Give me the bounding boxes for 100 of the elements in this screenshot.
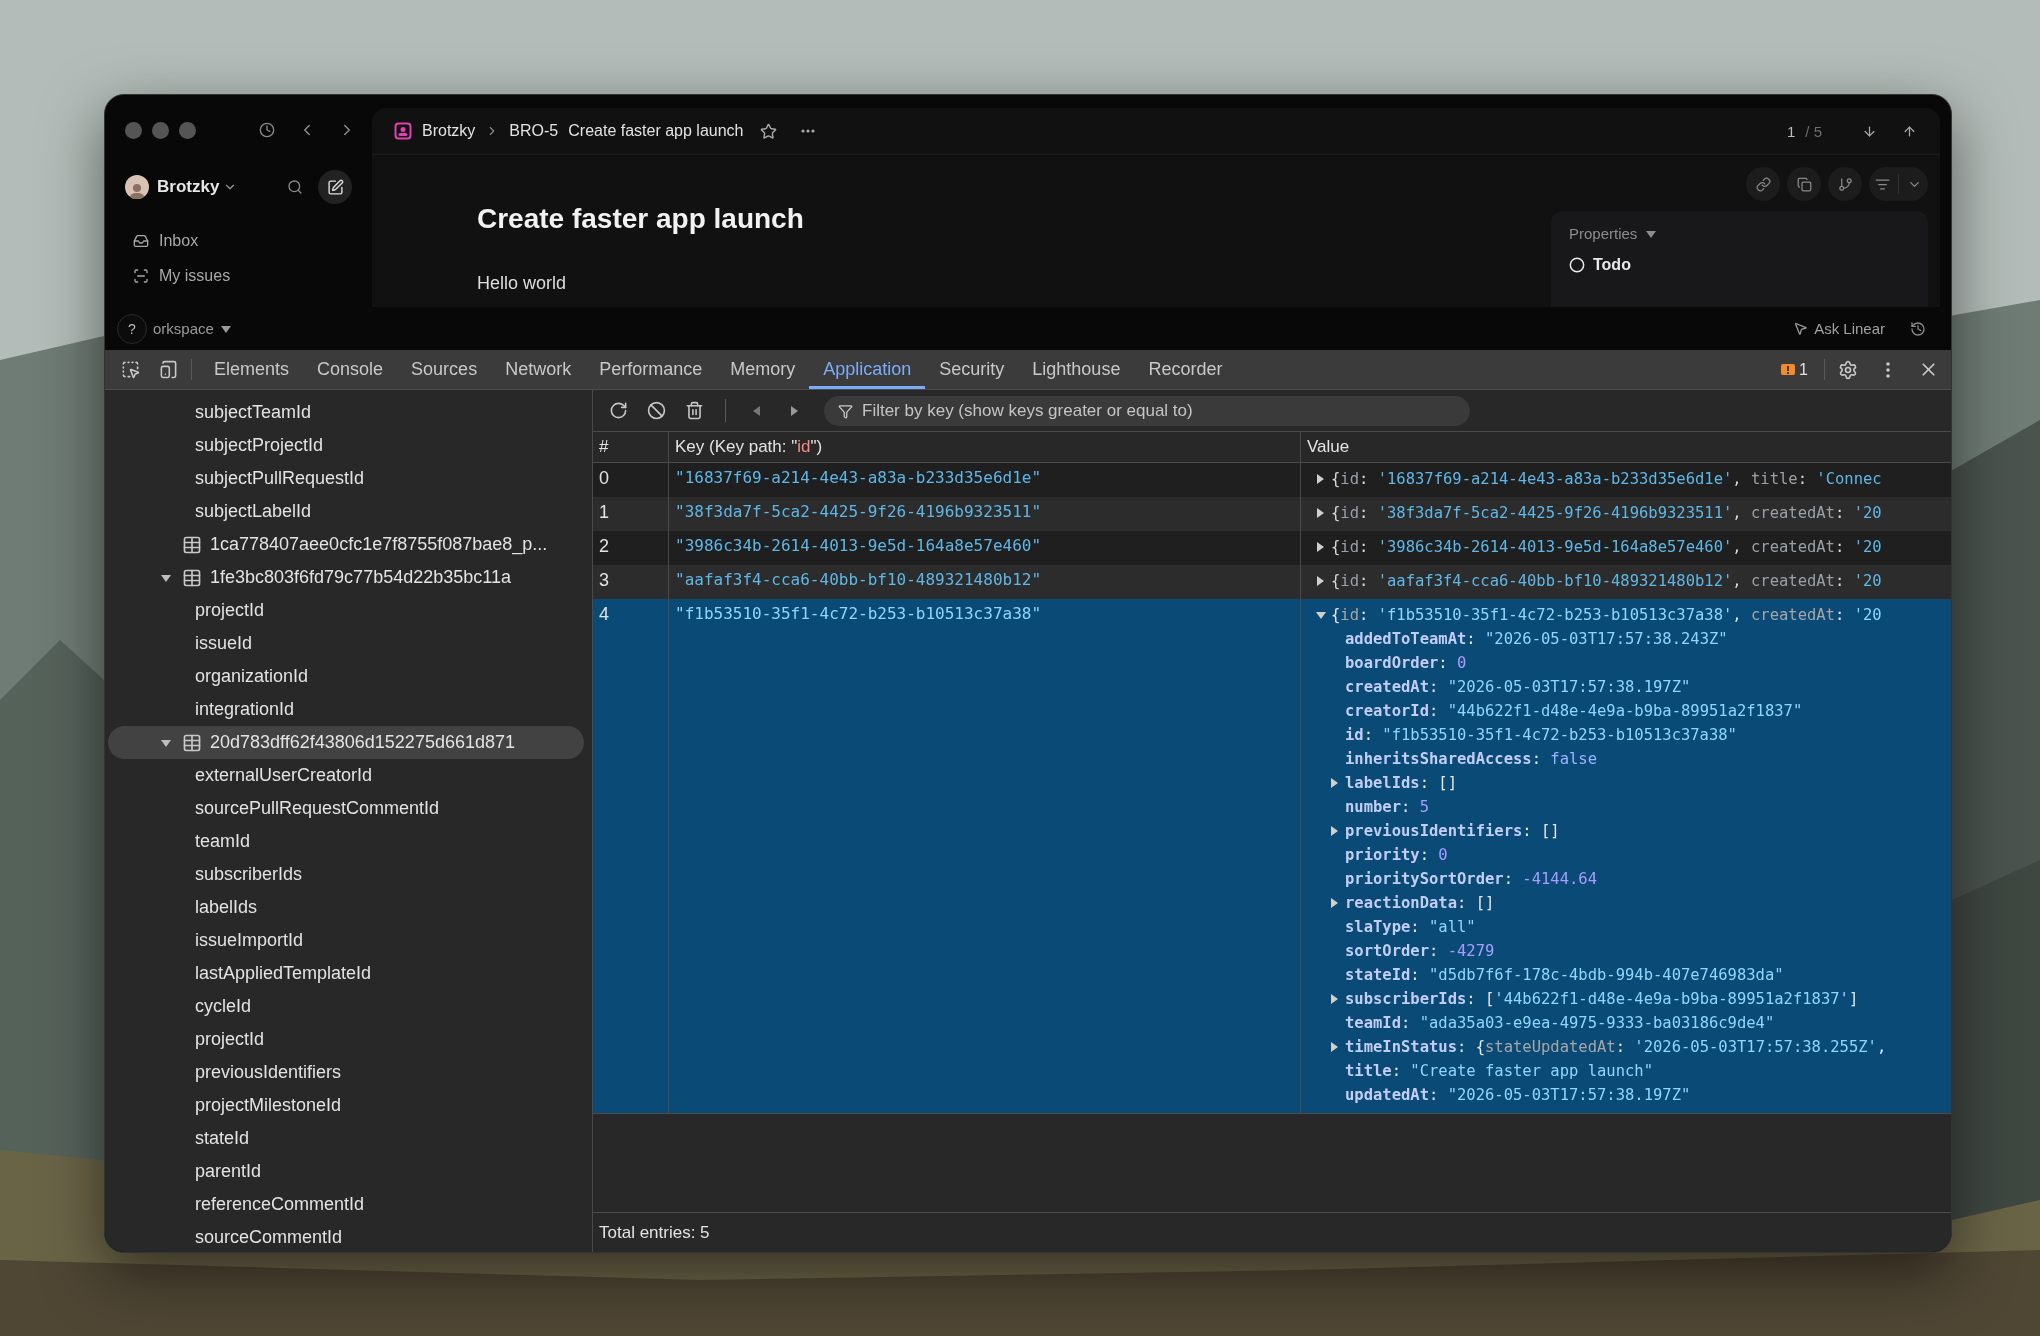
status-button[interactable]: Todo — [1569, 256, 1631, 274]
cursor-icon — [1793, 321, 1809, 336]
value-summary: {id: 'f1b53510-35f1-4c72-b253-b10513c37a38', createdAt: '20 — [1331, 606, 1882, 624]
index-item[interactable]: labelIds — [195, 897, 258, 918]
history-icon — [1910, 320, 1926, 337]
help-button[interactable]: ? — [117, 313, 147, 344]
property-line: labelIds: [] — [1345, 774, 1457, 792]
devtools-tab[interactable]: Sources — [397, 350, 492, 389]
total-entries: Total entries: 5 — [599, 1222, 710, 1243]
value-summary: {id: 'aafaf3f4-cca6-40bb-bf10-489321480b12', createdAt: '20 — [1331, 572, 1882, 590]
index-item[interactable]: projectId — [195, 1029, 265, 1050]
workspace-switcher[interactable]: Brotzky — [157, 177, 238, 197]
index-item[interactable]: referenceCommentId — [195, 1194, 365, 1215]
object-store-item[interactable]: 1ca778407aee0cfc1e7f8755f087bae8_p... — [108, 528, 584, 561]
object-store-item[interactable]: 20d783dff62f43806d152275d661d871 — [108, 726, 584, 759]
filter-field[interactable]: Filter by key (show keys greater or equal to) — [824, 395, 1470, 426]
scan-icon — [133, 267, 149, 284]
copy-id-button[interactable] — [1787, 167, 1821, 201]
devtools-tab[interactable]: Console — [303, 350, 398, 389]
devtools-tab[interactable]: Recorder — [1134, 350, 1237, 389]
object-store-item[interactable]: 1fe3bc803f6fd79c77b54d22b35bc11a — [108, 561, 584, 594]
nav-item[interactable]: My issues — [125, 258, 345, 293]
index-item[interactable]: issueImportId — [195, 930, 304, 951]
value-summary: {id: '38f3da7f-5ca2-4425-9f26-4196b9323511', createdAt: '20 — [1331, 504, 1882, 522]
branch-button[interactable] — [1828, 167, 1862, 201]
arrow-down-icon — [1861, 123, 1877, 139]
table-icon — [182, 567, 202, 588]
devtools-tab[interactable]: Application — [809, 350, 926, 389]
team-breadcrumb[interactable]: Brotzky — [422, 122, 476, 140]
property-line: title: "Create faster app launch" — [1345, 1062, 1653, 1080]
table-row[interactable]: 3 "aafaf3f4-cca6-40bb-bf10-489321480b12" {id: 'aafaf3f4-cca6-40bb-bf10-489321480b12', createdAt: '20 — [593, 565, 1951, 599]
team-icon — [394, 122, 412, 140]
index-item[interactable]: projectId — [195, 600, 265, 621]
settings-icon — [1838, 359, 1858, 380]
table-row[interactable] — [593, 599, 1951, 1113]
list-icon — [1875, 176, 1890, 192]
property-line: stateId: "d5db7f6f-178c-4bdb-994b-407e746983da" — [1345, 966, 1784, 984]
table-icon — [182, 534, 202, 555]
link-icon — [1755, 176, 1771, 192]
index-item[interactable]: cycleId — [195, 996, 252, 1017]
inspect-icon — [120, 360, 140, 379]
block-icon — [646, 401, 666, 420]
table-cell: 4 — [593, 599, 669, 1113]
index-item[interactable]: subscriberIds — [195, 864, 303, 885]
index-item[interactable]: sourceCommentId — [195, 1227, 343, 1248]
index-item[interactable]: teamId — [195, 831, 251, 852]
table-row[interactable]: 0 "16837f69-a214-4e43-a83a-b233d35e6d1e" {id: '16837f69-a214-4e43-a83a-b233d35e6d1e', title: 'Connec — [593, 463, 1951, 497]
property-line: subscriberIds: ['44b622f1-d48e-4e9a-b9ba-89951a2f1837'] — [1345, 990, 1859, 1008]
index-item[interactable]: previousIdentifiers — [195, 1062, 342, 1083]
index-item[interactable]: subjectLabelId — [195, 501, 312, 522]
index-item[interactable]: lastAppliedTemplateId — [195, 963, 372, 984]
index-item[interactable]: subjectTeamId — [195, 402, 312, 423]
warning-icon — [1780, 361, 1797, 378]
triangle-left-icon — [751, 404, 763, 417]
copy-icon — [1796, 176, 1812, 192]
value-summary: {id: '3986c34b-2614-4013-9e5d-164a8e57e460', createdAt: '20 — [1331, 538, 1882, 556]
issues-badge[interactable]: 1 — [1772, 350, 1816, 389]
devices-icon — [158, 360, 178, 379]
devtools-tab[interactable]: Security — [925, 350, 1019, 389]
search-icon — [287, 179, 303, 195]
new-issue-button[interactable] — [318, 170, 352, 204]
property-line: teamId: "ada35a03-e9ea-4975-9333-ba03186c9de4" — [1345, 1014, 1775, 1032]
agent-split-button[interactable] — [1869, 167, 1928, 201]
window-maximize-button[interactable] — [179, 121, 196, 139]
properties-toggle[interactable]: Properties — [1569, 225, 1658, 242]
index-item[interactable]: issueId — [195, 633, 253, 654]
index-item[interactable]: subjectProjectId — [195, 435, 324, 456]
index-item[interactable]: stateId — [195, 1128, 250, 1149]
property-line: prioritySortOrder: -4144.64 — [1345, 870, 1597, 888]
index-item[interactable]: externalUserCreatorId — [195, 765, 373, 786]
index-item[interactable]: parentId — [195, 1161, 262, 1182]
index-item[interactable]: sourcePullRequestCommentId — [195, 798, 440, 819]
expand-arrow-icon[interactable] — [1315, 609, 1327, 621]
workspace-menu[interactable]: orkspace — [153, 320, 232, 337]
ask-linear-button[interactable]: Ask Linear — [1781, 320, 1897, 337]
index-item[interactable]: organizationId — [195, 666, 309, 687]
property-line: inheritsSharedAccess: false — [1345, 750, 1597, 768]
property-line: id: "f1b53510-35f1-4c72-b253-b10513c37a38" — [1345, 726, 1737, 744]
table-row[interactable]: 1 "38f3da7f-5ca2-4425-9f26-4196b9323511" {id: '38f3da7f-5ca2-4425-9f26-4196b9323511', createdAt: '20 — [593, 497, 1951, 531]
table-row[interactable]: 2 "3986c34b-2614-4013-9e5d-164a8e57e460" {id: '3986c34b-2614-4013-9e5d-164a8e57e460', createdAt: '20 — [593, 531, 1951, 565]
devtools-tab[interactable]: Lighthouse — [1018, 350, 1135, 389]
devtools-tab[interactable]: Memory — [716, 350, 810, 389]
index-item[interactable]: integrationId — [195, 699, 295, 720]
pager-current: 1 — [1786, 122, 1796, 140]
index-item[interactable]: subjectPullRequestId — [195, 468, 365, 489]
issue-breadcrumb[interactable]: Create faster app launch — [568, 122, 744, 140]
devtools-tab[interactable]: Elements — [200, 350, 304, 389]
property-line: slaType: "all" — [1345, 918, 1476, 936]
copy-link-button[interactable] — [1746, 167, 1780, 201]
devtools-tab[interactable]: Network — [491, 350, 586, 389]
property-line: addedToTeamAt: "2026-05-03T17:57:38.243Z" — [1345, 630, 1728, 648]
property-line: createdAt: "2026-05-03T17:57:38.197Z" — [1345, 678, 1691, 696]
index-item[interactable]: projectMilestoneId — [195, 1095, 342, 1116]
issue-id: BRO-5 — [509, 122, 559, 140]
property-line: priority: 0 — [1345, 846, 1448, 864]
window-minimize-button[interactable] — [152, 121, 169, 139]
avatar-icon — [125, 175, 149, 199]
nav-item[interactable]: Inbox — [125, 223, 345, 258]
devtools-tab[interactable]: Performance — [585, 350, 717, 389]
window-close-button[interactable] — [125, 121, 142, 139]
